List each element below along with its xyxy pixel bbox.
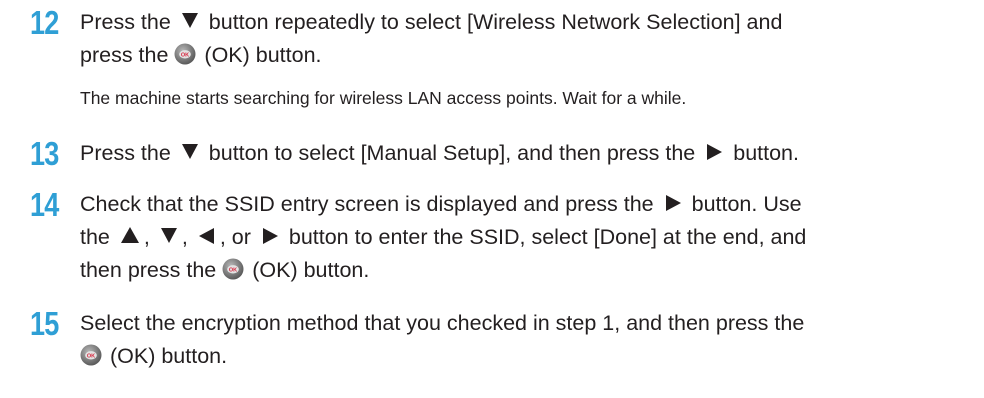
step-text-part: (OK) button. [109,344,228,368]
step-text-part: button to enter the SSID, select [Done] … [288,225,807,249]
svg-text:OK: OK [87,354,95,360]
step-instruction: Press the button repeatedly to select [W… [80,6,970,72]
step-text-part: (OK) button. [252,258,370,282]
step-number: 13 [30,135,59,172]
left-arrow-button-icon [198,227,216,245]
down-arrow-button-icon [181,11,199,29]
down-arrow-button-icon [160,226,178,244]
step-text-part: , or [219,225,251,249]
step-instruction: Press the button to select [Manual Setup… [80,137,970,170]
right-arrow-button-icon [664,194,682,212]
step-text-part: the [80,225,110,249]
step-number: 15 [30,305,59,342]
step-number: 14 [30,186,59,223]
step-text-part: button repeatedly to select [Wireless Ne… [208,10,783,34]
svg-text:OK: OK [229,268,237,274]
step-text-part: Check that the SSID entry screen is disp… [80,192,654,216]
step-text-part: , [181,225,188,249]
step-13: 13 Press the button to select [Manual Se… [0,137,984,177]
step-text-part: button to select [Manual Setup], and the… [208,141,696,165]
ok-button-icon: OK [174,43,196,65]
right-arrow-button-icon [705,143,723,161]
step-text-part: Press the [80,141,171,165]
step-14: 14 Check that the SSID entry screen is d… [0,188,984,288]
down-arrow-button-icon [181,142,199,160]
step-text-part: Select the encryption method that you ch… [80,311,805,335]
step-12: 12 Press the button repeatedly to select… [0,6,984,116]
step-text-part: , [143,225,150,249]
up-arrow-button-icon [120,226,140,244]
step-text-part: button. Use [691,192,802,216]
step-text-part: button. [733,141,799,165]
step-note: The machine starts searching for wireles… [80,88,687,108]
step-number: 12 [30,4,59,41]
step-text-part: press the [80,43,169,67]
step-text-part: (OK) button. [204,43,322,67]
ok-button-icon: OK [80,344,102,366]
right-arrow-button-icon [261,227,279,245]
step-text-part: Press the [80,10,171,34]
svg-text:OK: OK [181,53,189,59]
step-instruction: Select the encryption method that you ch… [80,307,970,373]
step-15: 15 Select the encryption method that you… [0,307,984,377]
step-text-part: then press the [80,258,217,282]
ok-button-icon: OK [222,258,244,280]
step-instruction: Check that the SSID entry screen is disp… [80,188,970,287]
